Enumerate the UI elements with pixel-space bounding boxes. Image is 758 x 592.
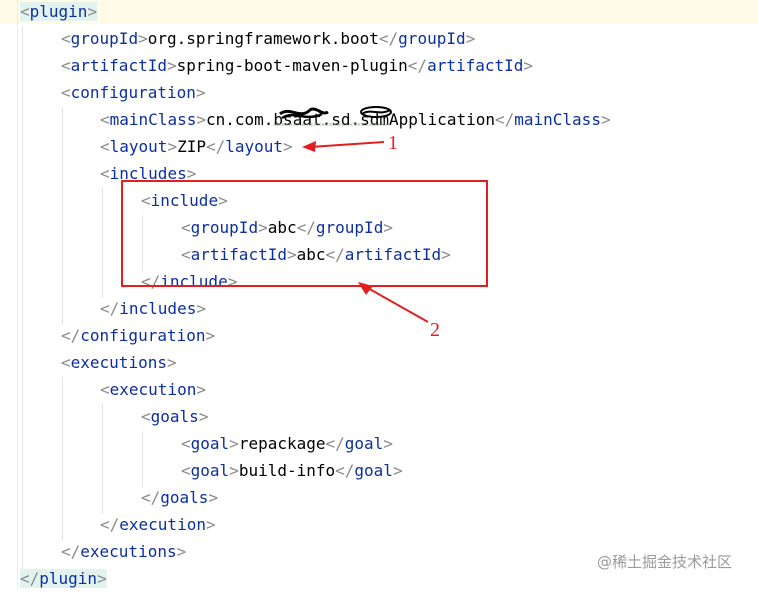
- code-line[interactable]: <goal>build-info</goal>: [181, 457, 403, 484]
- code-line[interactable]: </includes>: [100, 295, 206, 322]
- annotation-label-2: 2: [430, 319, 440, 341]
- indent-guide: [142, 431, 143, 487]
- indent-guide: [62, 377, 63, 541]
- code-line[interactable]: <goal>repackage</goal>: [181, 430, 393, 457]
- highlight-box: [121, 180, 488, 287]
- code-line[interactable]: </executions>: [61, 538, 186, 565]
- code-editor[interactable]: <plugin> <groupId>org.springframework.bo…: [0, 0, 758, 589]
- arrow-1: [302, 141, 385, 152]
- code-line[interactable]: </goals>: [141, 484, 218, 511]
- matched-tag: </plugin>: [20, 569, 107, 588]
- code-line[interactable]: <plugin>: [20, 0, 98, 25]
- current-line-highlight: [0, 0, 758, 24]
- code-line[interactable]: </configuration>: [61, 322, 215, 349]
- redaction-scribble: [279, 106, 392, 120]
- code-line[interactable]: <artifactId>spring-boot-maven-plugin</ar…: [61, 52, 533, 79]
- code-line[interactable]: <layout>ZIP</layout>: [100, 133, 293, 160]
- indent-guide: [102, 404, 103, 514]
- code-line[interactable]: <execution>: [100, 376, 206, 403]
- arrow-2: [358, 282, 429, 323]
- code-line[interactable]: </execution>: [100, 511, 216, 538]
- code-line[interactable]: <groupId>org.springframework.boot</group…: [61, 25, 475, 52]
- gutter-edge: [17, 0, 18, 589]
- indent-guide: [22, 26, 23, 571]
- indent-guide: [62, 107, 63, 325]
- annotation-label-1: 1: [388, 132, 398, 154]
- code-line[interactable]: <configuration>: [61, 79, 206, 106]
- code-line[interactable]: <executions>: [61, 349, 177, 376]
- matched-tag: <plugin>: [20, 2, 98, 21]
- code-line[interactable]: </plugin>: [20, 565, 107, 592]
- watermark: @稀土掘金技术社区: [597, 553, 733, 571]
- code-line[interactable]: <goals>: [141, 403, 208, 430]
- indent-guide: [102, 188, 103, 298]
